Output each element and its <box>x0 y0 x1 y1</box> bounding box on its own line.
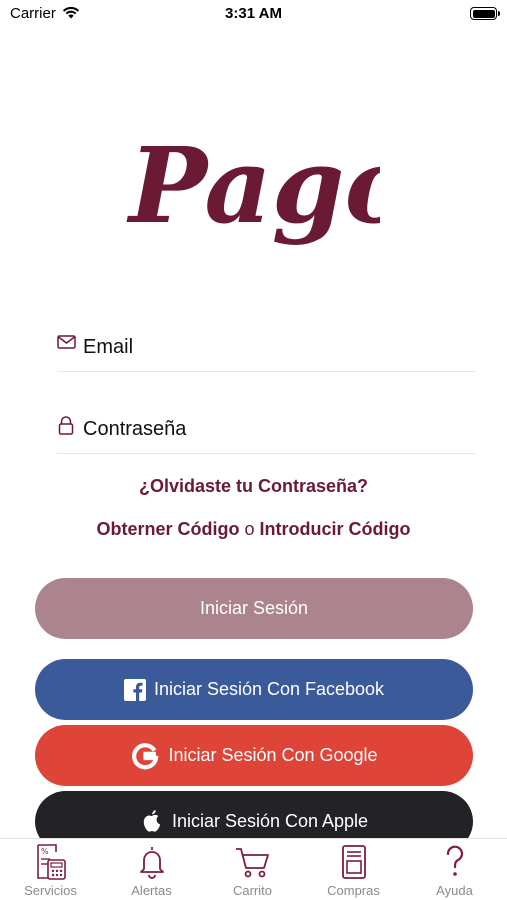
tab-label: Servicios <box>24 883 77 898</box>
email-input[interactable] <box>83 332 473 362</box>
google-button-label: Iniciar Sesión Con Google <box>168 745 378 765</box>
enter-code-link[interactable]: Introducir Código <box>260 519 411 539</box>
logo-text: Pagos <box>126 124 380 247</box>
battery-icon <box>470 7 500 20</box>
status-time: 3:31 AM <box>225 5 282 22</box>
pagos-logo: Pagos <box>125 112 472 277</box>
forgot-password-link[interactable]: ¿Olvidaste tu Contraseña? <box>0 476 507 497</box>
tab-alertas[interactable]: Alertas <box>101 839 202 900</box>
status-bar: Carrier 3:31 AM <box>0 0 507 30</box>
or-text: o <box>244 519 255 539</box>
tab-ayuda[interactable]: Ayuda <box>404 839 505 900</box>
password-input[interactable] <box>83 414 473 444</box>
tab-label: Compras <box>327 883 380 898</box>
login-button[interactable]: Iniciar Sesión <box>35 578 473 639</box>
tab-compras[interactable]: Compras <box>303 839 404 900</box>
tab-label: Ayuda <box>436 883 473 898</box>
purchases-icon <box>303 843 404 881</box>
google-icon <box>130 741 160 771</box>
get-code-link[interactable]: Obterner Código <box>96 519 239 539</box>
svg-text:%: % <box>41 847 49 856</box>
tab-servicios[interactable]: % Servicios <box>0 839 101 900</box>
lock-icon <box>57 416 75 441</box>
bell-icon <box>101 843 202 881</box>
apple-button-label: Iniciar Sesión Con Apple <box>171 811 369 831</box>
facebook-icon <box>123 678 146 701</box>
facebook-button-label: Iniciar Sesión Con Facebook <box>153 679 385 699</box>
cart-icon <box>202 843 303 881</box>
code-options: Obterner Código o Introducir Código <box>0 519 507 540</box>
help-icon <box>404 843 505 881</box>
apple-icon <box>140 808 164 836</box>
facebook-login-button[interactable]: Iniciar Sesión Con Facebook <box>35 659 473 720</box>
envelope-icon <box>57 334 77 355</box>
google-login-button[interactable]: Iniciar Sesión Con Google <box>35 725 473 786</box>
password-field <box>57 414 475 454</box>
login-button-label: Iniciar Sesión <box>199 598 309 618</box>
tab-bar: % Servicios Alertas Carrito Compras Ayud… <box>0 838 507 900</box>
email-field <box>57 332 475 372</box>
login-screen: Carrier 3:31 AM Pagos <box>0 0 507 900</box>
services-icon: % <box>0 843 101 881</box>
tab-label: Carrito <box>232 883 272 898</box>
tab-label: Alertas <box>131 883 172 898</box>
tab-carrito[interactable]: Carrito <box>202 839 303 900</box>
